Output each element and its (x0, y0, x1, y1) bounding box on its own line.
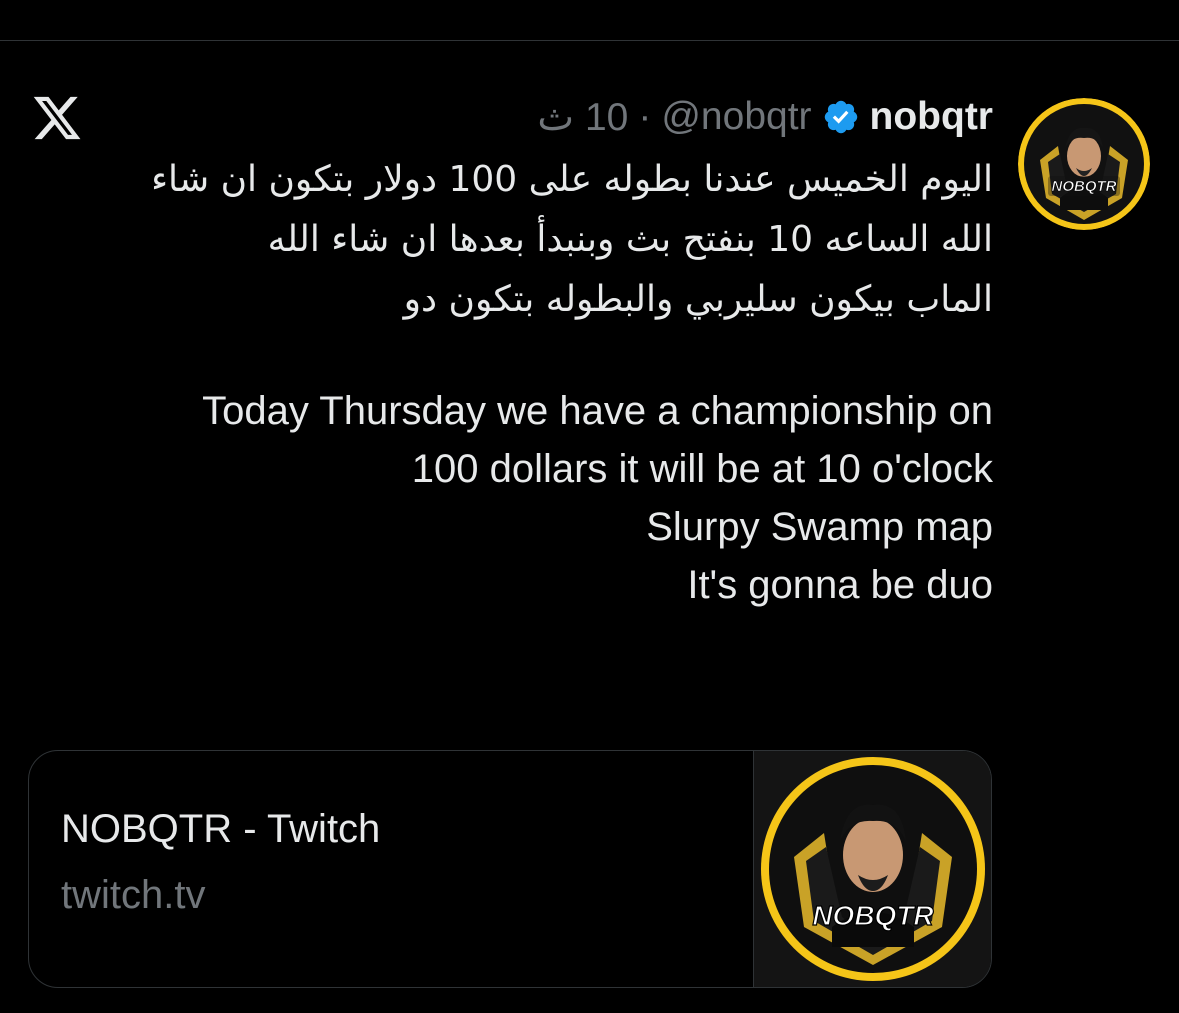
link-preview-card[interactable]: NOBQTR - Twitch twitch.tv NOBQTR (28, 750, 992, 988)
avatar-logo-text: NOBQTR (1052, 178, 1117, 195)
handle[interactable]: @nobqtr (661, 95, 811, 139)
tweet-text-line: Today Thursday we have a championship on (202, 389, 993, 433)
tweet-text-line: اليوم الخميس عندنا بطوله على 100 دولار ب… (151, 159, 993, 200)
verified-badge-icon[interactable] (822, 98, 860, 136)
thumbnail-logo-text: NOBQTR (812, 900, 934, 931)
link-card-thumbnail: NOBQTR (753, 751, 991, 987)
avatar-image: NOBQTR (1018, 98, 1150, 230)
link-card-title: NOBQTR - Twitch (61, 807, 381, 851)
link-card-domain: twitch.tv (61, 873, 206, 917)
tweet-text-line: It's gonna be duo (687, 563, 993, 607)
tweet-text-line: 100 dollars it will be at 10 o'clock (411, 447, 993, 491)
timestamp[interactable]: 10 ث (537, 95, 628, 140)
avatar[interactable]: NOBQTR (1018, 98, 1150, 230)
top-divider (0, 40, 1179, 41)
tweet-text-line: الماب بيكون سليربي والبطوله بتكون دو (403, 279, 993, 320)
tweet-text-line: الله الساعه 10 بنفتح بث وبنبدأ بعدها ان … (267, 219, 993, 260)
tweet-text-english: Today Thursday we have a championship on… (33, 382, 993, 614)
meta-separator: · (638, 95, 652, 138)
tweet-header: nobqtr @nobqtr · 10 ث (537, 94, 993, 140)
thumbnail-image: NOBQTR (754, 751, 990, 987)
display-name[interactable]: nobqtr (870, 95, 993, 139)
x-logo-icon[interactable] (30, 92, 84, 144)
tweet-text-arabic: اليوم الخميس عندنا بطوله على 100 دولار ب… (33, 150, 993, 330)
tweet-text-line: Slurpy Swamp map (646, 505, 993, 549)
